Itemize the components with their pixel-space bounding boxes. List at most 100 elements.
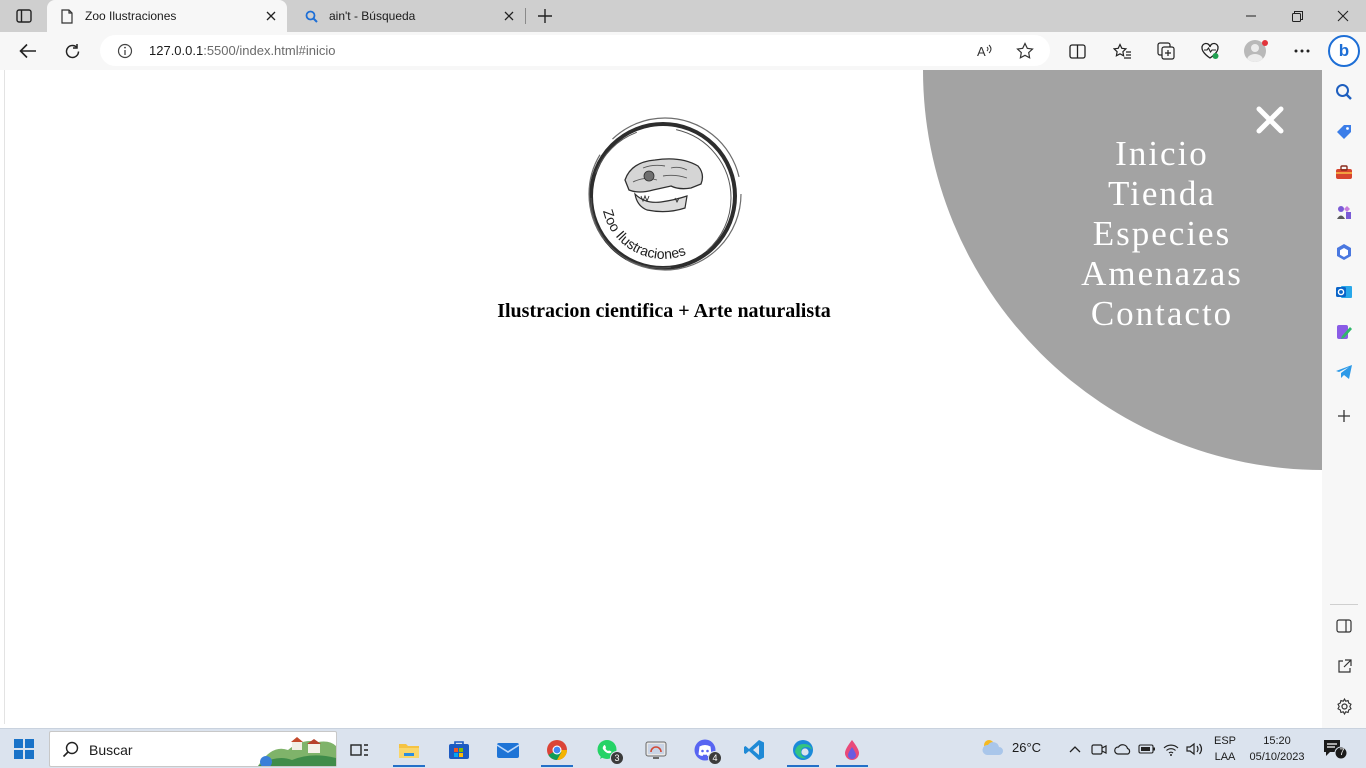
tray-wifi-button[interactable] — [1161, 739, 1181, 759]
games-icon — [1337, 206, 1351, 219]
search-highlight-image — [258, 737, 336, 766]
sidebar-open-window-button[interactable] — [1330, 652, 1358, 680]
weather-temperature: 26°C — [1012, 739, 1042, 755]
tab-close-button[interactable] — [259, 4, 283, 28]
sidebar-hide-button[interactable] — [1330, 612, 1358, 640]
tab-zoo-ilustraciones[interactable]: Zoo Ilustraciones — [47, 0, 287, 32]
favorites-button[interactable] — [1108, 37, 1136, 65]
tab-actions-button[interactable] — [10, 6, 38, 26]
bing-copilot-button[interactable]: b — [1328, 35, 1360, 67]
store-icon — [449, 741, 469, 759]
split-pane-icon — [1336, 619, 1352, 633]
system-clock[interactable]: 15:20 05/10/2023 — [1244, 733, 1310, 765]
file-explorer-button[interactable] — [390, 733, 428, 767]
office-icon — [1337, 244, 1351, 260]
split-screen-button[interactable] — [1063, 37, 1091, 65]
sidebar-search-button[interactable] — [1330, 78, 1358, 106]
info-icon[interactable] — [116, 42, 134, 60]
url-path: :5500/index.html#inicio — [203, 43, 336, 58]
search-icon — [62, 741, 79, 758]
search-placeholder: Buscar — [89, 742, 133, 758]
tray-volume-button[interactable] — [1185, 739, 1205, 759]
nav-link-especies[interactable]: Especies — [1062, 214, 1262, 254]
edge-button[interactable] — [784, 733, 822, 767]
battery-icon — [1138, 744, 1155, 754]
close-window-button[interactable] — [1320, 0, 1366, 32]
address-bar[interactable]: 127.0.0.1:5500/index.html#inicio A — [100, 35, 1050, 66]
tray-onedrive-button[interactable] — [1113, 739, 1133, 759]
clock-date: 05/10/2023 — [1249, 751, 1305, 763]
menu-close-button[interactable] — [1254, 104, 1286, 136]
arrow-left-icon — [19, 43, 36, 59]
nav-link-amenazas[interactable]: Amenazas — [1062, 254, 1262, 294]
chevron-up-icon — [1069, 746, 1081, 753]
active-indicator — [541, 765, 573, 767]
sidebar-add-button[interactable] — [1330, 402, 1358, 430]
task-view-button[interactable] — [341, 733, 379, 767]
sidebar-designer-button[interactable] — [1330, 318, 1358, 346]
mail-icon — [496, 743, 520, 758]
zoo-logo: Zoo Ilustraciones — [588, 117, 742, 271]
windows-taskbar: Buscar 3 4 26°C ESP LAA 15:20 05/10/2023… — [0, 728, 1366, 768]
sidebar-shopping-button[interactable] — [1330, 118, 1358, 146]
microsoft-store-button[interactable] — [440, 733, 478, 767]
tab-close-button[interactable] — [497, 4, 521, 28]
back-button[interactable] — [14, 37, 42, 65]
whatsapp-badge: 3 — [610, 751, 624, 765]
svg-text:Zoo Ilustraciones: Zoo Ilustraciones — [600, 207, 688, 262]
tab-actions-icon — [16, 9, 32, 23]
restore-button[interactable] — [1274, 0, 1320, 32]
minimize-icon — [1246, 15, 1256, 17]
url-text: 127.0.0.1:5500/index.html#inicio — [149, 43, 335, 58]
favorite-star-button[interactable] — [1011, 37, 1039, 65]
start-button[interactable] — [14, 739, 34, 759]
refresh-button[interactable] — [58, 37, 86, 65]
notification-center-button[interactable]: 7 — [1322, 738, 1348, 760]
input-language-indicator[interactable]: ESP LAA — [1212, 733, 1238, 765]
settings-more-button[interactable] — [1288, 37, 1316, 65]
chrome-button[interactable] — [538, 733, 576, 767]
paint-app-button[interactable] — [833, 733, 871, 767]
active-indicator — [836, 765, 868, 767]
vscode-button[interactable] — [735, 733, 773, 767]
sidebar-telegram-button[interactable] — [1330, 358, 1358, 386]
active-indicator — [787, 765, 819, 767]
sidebar-tools-button[interactable] — [1330, 158, 1358, 186]
profile-notification-dot — [1262, 40, 1268, 46]
page-icon — [59, 8, 75, 24]
nav-link-contacto[interactable]: Contacto — [1062, 294, 1262, 334]
sidebar-outlook-button[interactable] — [1330, 278, 1358, 306]
restore-icon — [1291, 10, 1303, 22]
volume-icon — [1186, 742, 1203, 756]
mail-button[interactable] — [489, 733, 527, 767]
add-icon — [1338, 410, 1350, 422]
read-aloud-icon: A — [977, 44, 992, 59]
folder-icon — [399, 744, 419, 758]
read-aloud-button[interactable]: A — [971, 37, 999, 65]
sidebar-games-button[interactable] — [1330, 198, 1358, 226]
show-hidden-icons-button[interactable] — [1065, 739, 1085, 759]
taskbar-search[interactable]: Buscar — [49, 731, 337, 767]
browser-essentials-button[interactable] — [1196, 37, 1224, 65]
remote-desktop-button[interactable] — [637, 733, 675, 767]
minimize-button[interactable] — [1228, 0, 1274, 32]
more-horizontal-icon — [1294, 49, 1310, 53]
tab-busqueda[interactable]: ain't - Búsqueda — [291, 0, 525, 32]
sidebar-office-button[interactable] — [1330, 238, 1358, 266]
tray-battery-button[interactable] — [1137, 739, 1157, 759]
new-tab-button[interactable] — [533, 4, 557, 28]
collections-button[interactable] — [1152, 37, 1180, 65]
close-icon — [1256, 106, 1284, 134]
bing-icon: b — [1338, 41, 1350, 60]
whatsapp-button[interactable]: 3 — [588, 733, 626, 767]
weather-widget[interactable]: 26°C — [980, 737, 1041, 757]
close-icon — [266, 11, 276, 21]
plus-icon — [538, 9, 552, 23]
sidebar-settings-button[interactable] — [1330, 692, 1358, 720]
keyboard-layout: LAA — [1214, 751, 1236, 763]
tray-meet-button[interactable] — [1089, 739, 1109, 759]
star-icon — [1016, 42, 1034, 59]
nav-link-tienda[interactable]: Tienda — [1062, 174, 1262, 214]
nav-link-inicio[interactable]: Inicio — [1062, 134, 1262, 174]
discord-button[interactable]: 4 — [686, 733, 724, 767]
